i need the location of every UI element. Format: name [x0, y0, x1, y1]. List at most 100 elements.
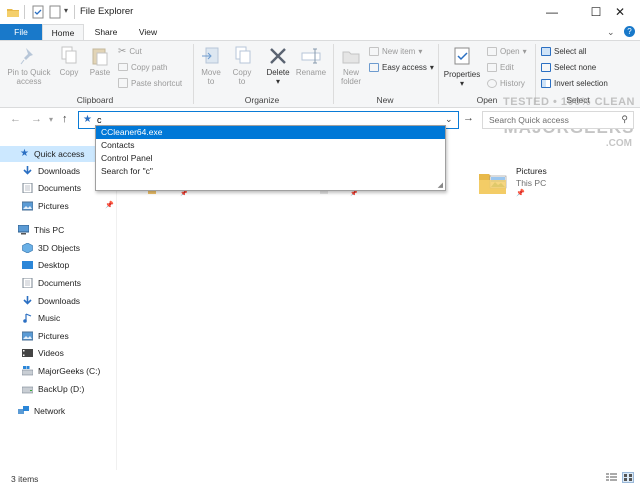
- collapse-ribbon-icon[interactable]: ⌄: [607, 27, 615, 38]
- sidebar-item-music[interactable]: Music: [22, 309, 117, 327]
- open-label: Open: [500, 46, 520, 56]
- search-input[interactable]: Search Quick access: [489, 115, 569, 125]
- delete-dropdown-icon: ▾: [275, 77, 280, 86]
- copy-path-button[interactable]: Copy path: [118, 60, 167, 74]
- copy-label: Copy: [59, 68, 79, 77]
- chevron-down-icon: ▾: [522, 46, 527, 56]
- sidebar-item-label: Downloads: [38, 165, 81, 176]
- properties-icon[interactable]: [31, 5, 45, 19]
- select-all-button[interactable]: Select all: [541, 44, 586, 58]
- delete-icon: [270, 48, 286, 64]
- pictures-icon: [22, 331, 33, 341]
- tab-share[interactable]: Share: [86, 24, 126, 40]
- copy-to-button[interactable]: Copy to: [228, 46, 256, 86]
- suggestion-contacts[interactable]: Contacts: [96, 139, 445, 152]
- rename-button[interactable]: Rename: [295, 46, 327, 77]
- large-icons-view-icon[interactable]: [622, 472, 634, 483]
- sidebar-item-network[interactable]: Network: [18, 402, 117, 420]
- chevron-down-icon[interactable]: ⌄: [445, 114, 453, 125]
- recent-locations-icon[interactable]: ▾: [49, 115, 53, 124]
- qat-dropdown-icon[interactable]: ▾: [64, 6, 68, 15]
- tab-view[interactable]: View: [128, 24, 168, 40]
- paste-shortcut-button[interactable]: Paste shortcut: [118, 76, 182, 90]
- select-group-label: Select: [566, 95, 590, 105]
- delete-button[interactable]: Delete ▾: [263, 46, 293, 86]
- copy-button[interactable]: Copy: [56, 46, 82, 77]
- history-label: History: [500, 78, 525, 88]
- properties-icon: [454, 47, 470, 65]
- new-folder-button[interactable]: New folder: [336, 46, 366, 86]
- sidebar-item-pictures[interactable]: Pictures: [22, 197, 117, 215]
- open-button[interactable]: Open ▾: [487, 44, 527, 58]
- organize-group-label: Organize: [244, 95, 280, 105]
- new-folder-icon: [342, 51, 360, 64]
- music-icon: [23, 313, 32, 323]
- rename-label: Rename: [295, 68, 327, 77]
- this-pc-list: 3D Objects Desktop Documents Downloads M…: [22, 239, 117, 397]
- easy-access-button[interactable]: Easy access ▾: [369, 60, 434, 74]
- pin-label: Pin to Quick: [7, 68, 51, 77]
- invert-selection-button[interactable]: Invert selection: [541, 76, 608, 90]
- pictures-icon: [22, 201, 33, 211]
- history-button[interactable]: History: [487, 76, 525, 90]
- network-section: Network: [18, 402, 117, 420]
- suggestion-control-panel[interactable]: Control Panel: [96, 152, 445, 165]
- sidebar-item-downloads[interactable]: Downloads: [22, 292, 117, 310]
- clipboard-group-label: Clipboard: [76, 95, 114, 105]
- documents-icon: [22, 183, 33, 194]
- sidebar-item-c-drive[interactable]: MajorGeeks (C:): [22, 362, 117, 380]
- sidebar-item-3d-objects[interactable]: 3D Objects: [22, 239, 117, 257]
- edit-icon: [487, 62, 497, 72]
- pin-to-quick-access-button[interactable]: Pin to Quick access: [4, 46, 54, 86]
- move-to-button[interactable]: Move to: [197, 46, 225, 86]
- new-folder-label: New: [342, 68, 359, 77]
- edit-button[interactable]: Edit: [487, 60, 514, 74]
- sidebar-item-label: Videos: [38, 348, 64, 359]
- folder-icon[interactable]: [6, 5, 20, 19]
- sidebar-item-d-drive[interactable]: BackUp (D:): [22, 380, 117, 398]
- sidebar-item-videos[interactable]: Videos: [22, 345, 117, 363]
- sidebar-item-label: Pictures: [38, 330, 69, 341]
- move-to-icon: [202, 47, 219, 64]
- cut-button[interactable]: ✂ Cut: [118, 44, 142, 58]
- minimize-button[interactable]: —: [530, 0, 574, 24]
- paste-button[interactable]: Paste: [86, 46, 114, 77]
- properties-button[interactable]: Properties ▾: [441, 46, 483, 88]
- tab-file[interactable]: File: [0, 24, 42, 40]
- close-button[interactable]: ✕: [600, 0, 640, 24]
- forward-button[interactable]: →: [31, 113, 42, 125]
- delete-label: Delete: [266, 68, 290, 77]
- address-autocomplete: CCleaner64.exe Contacts Control Panel Se…: [95, 125, 446, 191]
- rename-icon: [301, 48, 321, 64]
- network-icon: [18, 405, 29, 414]
- sidebar-item-pictures[interactable]: Pictures: [22, 327, 117, 345]
- help-icon[interactable]: ?: [624, 26, 635, 37]
- back-button[interactable]: ←: [10, 113, 21, 125]
- new-folder-icon[interactable]: [48, 5, 62, 19]
- pin-icon: 📌: [350, 191, 358, 197]
- copy-to-label: Copy: [232, 68, 252, 77]
- sidebar-item-this-pc[interactable]: This PC: [18, 221, 117, 239]
- suggestion-ccleaner[interactable]: CCleaner64.exe: [96, 126, 445, 139]
- up-button[interactable]: ↑: [62, 113, 68, 125]
- new-item-button[interactable]: New item ▾: [369, 44, 422, 58]
- suggestion-search-for[interactable]: Search for "c": [96, 165, 445, 178]
- quick-access-star-icon: ★: [83, 114, 92, 125]
- paste-shortcut-label: Paste shortcut: [131, 78, 183, 88]
- group-separator: [333, 44, 334, 104]
- easy-access-icon: [369, 62, 379, 72]
- details-view-icon[interactable]: [606, 473, 617, 482]
- invert-selection-label: Invert selection: [554, 78, 608, 88]
- sidebar-item-documents[interactable]: Documents: [22, 274, 117, 292]
- sidebar-item-desktop[interactable]: Desktop: [22, 257, 117, 275]
- select-none-button[interactable]: Select none: [541, 60, 596, 74]
- easy-access-label: Easy access: [382, 62, 427, 72]
- pictures-folder-tile-icon[interactable]: [478, 168, 508, 194]
- tab-home[interactable]: Home: [42, 24, 84, 40]
- search-box[interactable]: Search Quick access ⚲: [482, 111, 634, 129]
- resize-grip-icon[interactable]: ◢: [438, 181, 443, 189]
- go-arrow-button[interactable]: →: [463, 112, 474, 124]
- majorgeeks-watermark: TESTED • 100% CLEAN MAJORGEEKS .COM: [500, 96, 638, 176]
- pin-icon[interactable]: 📌: [105, 201, 114, 209]
- sidebar-item-label: Music: [38, 313, 61, 324]
